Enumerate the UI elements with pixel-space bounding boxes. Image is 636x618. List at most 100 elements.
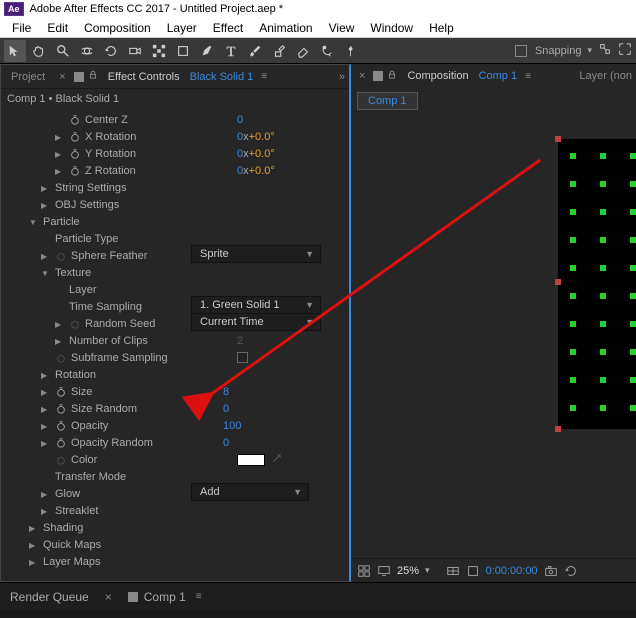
prop-layer-maps[interactable]: Layer Maps xyxy=(1,553,349,570)
shape-tool-icon[interactable] xyxy=(172,40,194,62)
stopwatch-icon[interactable] xyxy=(55,420,67,432)
prop-shading[interactable]: Shading xyxy=(1,519,349,536)
prop-value[interactable]: 100 xyxy=(223,420,241,432)
menu-composition[interactable]: Composition xyxy=(76,21,159,35)
twirl-icon[interactable] xyxy=(41,199,51,211)
selection-tool-icon[interactable] xyxy=(4,40,26,62)
tab-layer[interactable]: Layer (non xyxy=(579,70,632,82)
prop-quick-maps[interactable]: Quick Maps xyxy=(1,536,349,553)
comp-tab[interactable]: Comp 1 xyxy=(357,92,418,110)
snap-mode-icon[interactable] xyxy=(598,42,612,59)
prop-value[interactable]: 0 xyxy=(237,114,243,126)
pin-tool-icon[interactable] xyxy=(340,40,362,62)
camera-icon[interactable] xyxy=(544,564,558,578)
tab-composition[interactable]: Composition xyxy=(401,68,474,84)
prop-value[interactable]: 0x+0.0° xyxy=(237,131,275,143)
twirl-icon[interactable] xyxy=(41,403,51,415)
tab-effect-controls[interactable]: Effect Controls xyxy=(102,69,186,85)
eraser-tool-icon[interactable] xyxy=(292,40,314,62)
prop-rotation[interactable]: Rotation xyxy=(1,366,349,383)
effect-target-link[interactable]: Black Solid 1 xyxy=(190,71,254,83)
stopwatch-icon[interactable] xyxy=(55,403,67,415)
anchor-handle[interactable] xyxy=(555,426,561,432)
rotate-tool-icon[interactable] xyxy=(100,40,122,62)
refresh-icon[interactable] xyxy=(564,564,578,578)
expand-icon[interactable] xyxy=(618,42,632,59)
composition-viewer[interactable] xyxy=(351,110,636,558)
panel-menu-icon[interactable]: ≡ xyxy=(261,75,266,78)
time-sampling-dropdown[interactable]: Current Time▼ xyxy=(191,313,321,331)
twirl-icon[interactable] xyxy=(41,420,51,432)
close-icon[interactable]: × xyxy=(55,71,69,83)
zoom-value[interactable]: 25% xyxy=(397,565,419,577)
menu-view[interactable]: View xyxy=(321,21,363,35)
zoom-tool-icon[interactable] xyxy=(52,40,74,62)
prop-value[interactable]: 0 xyxy=(223,437,229,449)
close-icon[interactable]: × xyxy=(355,70,369,82)
viewer-layer-solid[interactable] xyxy=(558,139,636,429)
twirl-icon[interactable] xyxy=(41,182,51,194)
layer-dropdown[interactable]: 1. Green Solid 1▼ xyxy=(191,296,321,314)
brush-tool-icon[interactable] xyxy=(244,40,266,62)
stopwatch-icon[interactable] xyxy=(55,437,67,449)
monitor-icon[interactable] xyxy=(377,564,391,578)
resolution-icon[interactable] xyxy=(446,564,460,578)
transfer-mode-dropdown[interactable]: Add▼ xyxy=(191,483,309,501)
tab-comp-timeline[interactable]: Comp 1 ≡ xyxy=(128,590,201,604)
stopwatch-icon[interactable] xyxy=(55,386,67,398)
comp-name-link[interactable]: Comp 1 xyxy=(479,70,518,82)
panel-menu-icon[interactable]: ≡ xyxy=(525,75,530,78)
camera-tool-icon[interactable] xyxy=(124,40,146,62)
menu-window[interactable]: Window xyxy=(362,21,421,35)
prop-value[interactable]: 0 xyxy=(223,403,229,415)
lock-icon[interactable] xyxy=(88,70,98,83)
lock-icon[interactable] xyxy=(387,70,397,83)
stopwatch-icon[interactable] xyxy=(69,148,81,160)
twirl-icon[interactable] xyxy=(55,148,65,160)
snapping-checkbox[interactable] xyxy=(515,45,527,57)
twirl-icon[interactable] xyxy=(55,165,65,177)
roto-tool-icon[interactable] xyxy=(316,40,338,62)
panel-overflow-icon[interactable]: » xyxy=(339,71,345,83)
menu-file[interactable]: File xyxy=(4,21,39,35)
anchor-handle[interactable] xyxy=(555,279,561,285)
prop-value[interactable]: 0x+0.0° xyxy=(237,148,275,160)
twirl-icon[interactable] xyxy=(29,556,39,568)
tab-project[interactable]: Project xyxy=(5,69,51,85)
menu-effect[interactable]: Effect xyxy=(205,21,251,35)
stopwatch-icon[interactable] xyxy=(69,114,81,126)
twirl-icon[interactable] xyxy=(41,267,51,279)
twirl-icon[interactable] xyxy=(41,386,51,398)
menu-layer[interactable]: Layer xyxy=(159,21,205,35)
prop-particle[interactable]: Particle xyxy=(1,213,349,230)
timecode[interactable]: 0:00:00:00 xyxy=(486,565,538,577)
menu-edit[interactable]: Edit xyxy=(39,21,76,35)
twirl-icon[interactable] xyxy=(29,216,39,228)
prop-string-settings[interactable]: String Settings xyxy=(1,179,349,196)
anchor-handle[interactable] xyxy=(555,136,561,142)
prop-texture[interactable]: Texture xyxy=(1,264,349,281)
twirl-icon[interactable] xyxy=(29,522,39,534)
prop-obj-settings[interactable]: OBJ Settings xyxy=(1,196,349,213)
tab-render-queue[interactable]: Render Queue xyxy=(10,590,89,604)
chevron-down-icon[interactable]: ▾ xyxy=(425,565,430,576)
prop-value[interactable]: 0x+0.0° xyxy=(237,165,275,177)
menu-animation[interactable]: Animation xyxy=(251,21,320,35)
twirl-icon[interactable] xyxy=(41,369,51,381)
menu-help[interactable]: Help xyxy=(421,21,462,35)
twirl-icon[interactable] xyxy=(55,131,65,143)
stopwatch-icon[interactable] xyxy=(69,165,81,177)
channel-icon[interactable] xyxy=(466,564,480,578)
snapping-options-icon[interactable]: ▾ xyxy=(587,45,592,56)
particle-type-dropdown[interactable]: Sprite▼ xyxy=(191,245,321,263)
hand-tool-icon[interactable] xyxy=(28,40,50,62)
pen-tool-icon[interactable] xyxy=(196,40,218,62)
clone-tool-icon[interactable] xyxy=(268,40,290,62)
twirl-icon[interactable] xyxy=(41,437,51,449)
prop-value[interactable]: 8 xyxy=(223,386,229,398)
grid-icon[interactable] xyxy=(357,564,371,578)
close-icon[interactable]: × xyxy=(101,590,116,604)
orbit-tool-icon[interactable] xyxy=(76,40,98,62)
text-tool-icon[interactable] xyxy=(220,40,242,62)
anchor-tool-icon[interactable] xyxy=(148,40,170,62)
